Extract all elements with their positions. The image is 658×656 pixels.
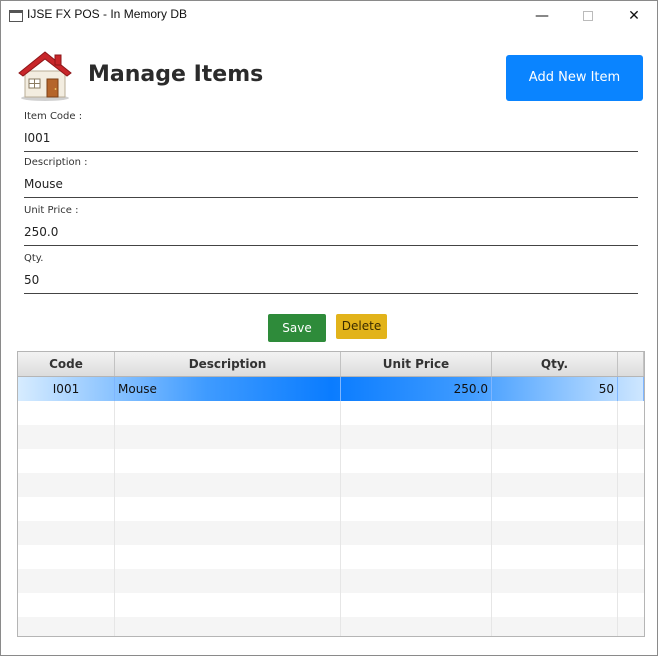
maximize-button[interactable] bbox=[565, 1, 611, 31]
empty-table-row bbox=[18, 473, 644, 497]
home-icon bbox=[17, 49, 73, 101]
cell-description: Mouse bbox=[115, 377, 341, 401]
maximize-icon bbox=[583, 11, 593, 21]
delete-button[interactable]: Delete bbox=[336, 314, 387, 339]
empty-table-row bbox=[18, 617, 644, 636]
column-header-code[interactable]: Code bbox=[18, 352, 115, 376]
cell-filler bbox=[618, 377, 644, 401]
empty-table-row bbox=[18, 545, 644, 569]
minimize-button[interactable]: — bbox=[519, 1, 565, 31]
table-row[interactable]: I001 Mouse 250.0 50 bbox=[18, 377, 644, 401]
app-window-icon bbox=[9, 10, 23, 22]
unit-price-label: Unit Price : bbox=[24, 205, 79, 216]
item-code-input[interactable]: I001 bbox=[24, 131, 638, 152]
cell-qty: 50 bbox=[492, 377, 618, 401]
column-header-qty[interactable]: Qty. bbox=[492, 352, 618, 376]
description-input[interactable]: Mouse bbox=[24, 177, 638, 198]
qty-input[interactable]: 50 bbox=[24, 273, 638, 294]
description-label: Description : bbox=[24, 157, 88, 168]
item-code-label: Item Code : bbox=[24, 111, 83, 122]
empty-table-row bbox=[18, 521, 644, 545]
empty-table-row bbox=[18, 449, 644, 473]
empty-table-row bbox=[18, 497, 644, 521]
page-title: Manage Items bbox=[88, 62, 264, 87]
close-button[interactable]: ✕ bbox=[611, 1, 657, 31]
empty-table-row bbox=[18, 401, 644, 425]
unit-price-input[interactable]: 250.0 bbox=[24, 225, 638, 246]
save-button[interactable]: Save bbox=[268, 314, 326, 342]
column-header-filler bbox=[618, 352, 644, 376]
add-new-item-button[interactable]: Add New Item bbox=[506, 55, 643, 101]
empty-table-row bbox=[18, 593, 644, 617]
cell-unit-price: 250.0 bbox=[341, 377, 492, 401]
empty-table-row bbox=[18, 425, 644, 449]
column-header-unit-price[interactable]: Unit Price bbox=[341, 352, 492, 376]
items-table[interactable]: Code Description Unit Price Qty. I001 Mo… bbox=[17, 351, 645, 637]
qty-label: Qty. bbox=[24, 253, 44, 264]
column-header-description[interactable]: Description bbox=[115, 352, 341, 376]
empty-table-row bbox=[18, 569, 644, 593]
app-window: IJSE FX POS - In Memory DB — ✕ Manage It… bbox=[0, 0, 658, 656]
window-title: IJSE FX POS - In Memory DB bbox=[27, 7, 188, 21]
cell-code: I001 bbox=[18, 377, 115, 401]
table-header: Code Description Unit Price Qty. bbox=[18, 352, 644, 377]
title-bar[interactable]: IJSE FX POS - In Memory DB — ✕ bbox=[1, 1, 657, 31]
